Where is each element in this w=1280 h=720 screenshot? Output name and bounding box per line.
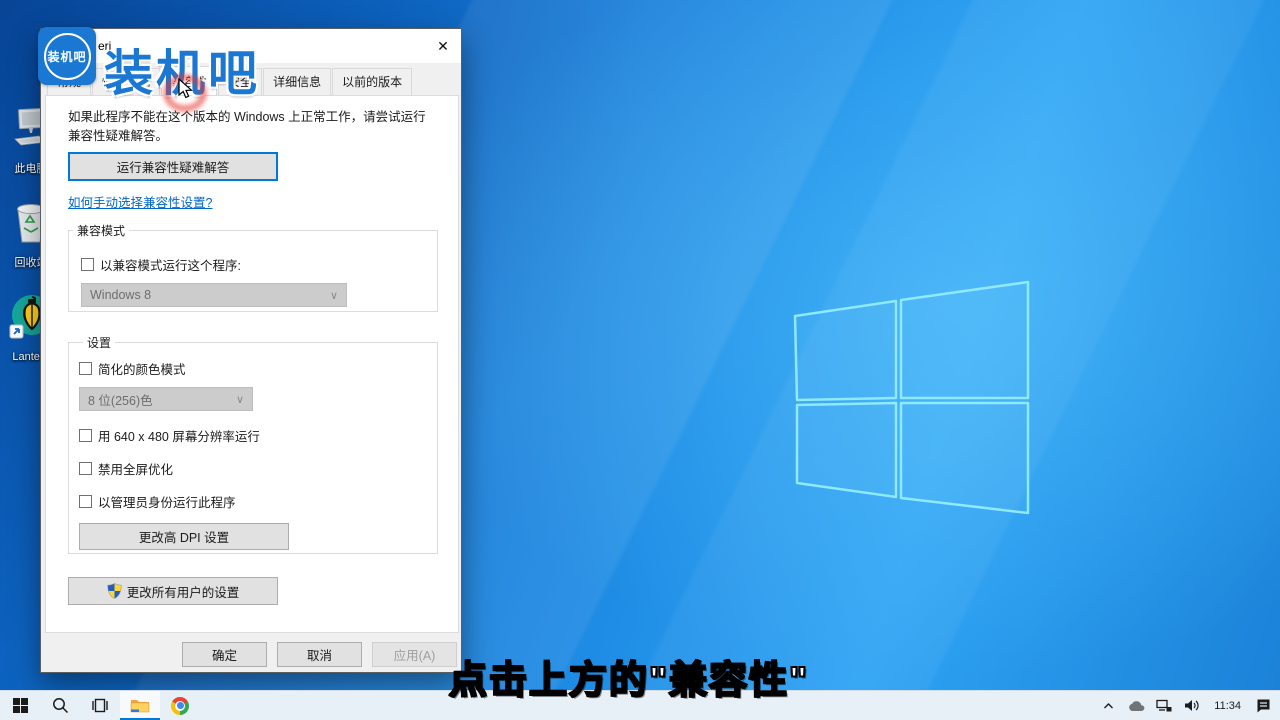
action-center-icon xyxy=(1256,698,1271,713)
close-icon[interactable]: ✕ xyxy=(431,36,455,56)
run-compat-mode-row: 以兼容模式运行这个程序: xyxy=(81,255,241,274)
disable-fullscreen-row: 禁用全屏优化 xyxy=(79,459,427,478)
speaker-icon xyxy=(1184,699,1200,712)
run-as-admin-row: 以管理员身份运行此程序 xyxy=(79,492,427,511)
settings-group: 设置 简化的颜色模式 8 位(256)色 ∨ 用 640 x 480 屏幕分辨率… xyxy=(68,334,438,554)
disable-fullscreen-label: 禁用全屏优化 xyxy=(98,459,173,478)
run-as-admin-checkbox[interactable] xyxy=(79,495,92,508)
os-version-dropdown: Windows 8 ∨ xyxy=(81,283,347,307)
reduced-color-checkbox[interactable] xyxy=(79,362,92,375)
task-view-button[interactable] xyxy=(80,691,120,720)
run-as-admin-label: 以管理员身份运行此程序 xyxy=(98,492,236,511)
video-subtitle-caption: 点击上方的"兼容性" xyxy=(449,649,809,704)
compat-mode-checkbox-label: 以兼容模式运行这个程序: xyxy=(100,255,241,274)
taskbar-chrome[interactable] xyxy=(160,691,200,720)
change-all-users-label: 更改所有用户的设置 xyxy=(127,582,240,601)
onedrive-cloud-icon xyxy=(1128,700,1145,712)
network-icon xyxy=(1156,699,1172,713)
change-dpi-button[interactable]: 更改高 DPI 设置 xyxy=(79,523,289,550)
desktop: 此电脑 回收站 Lantern eri ✕ 常规 快捷方式 xyxy=(0,0,1280,720)
tray-show-hidden-icons[interactable] xyxy=(1095,702,1121,710)
mouse-cursor-icon xyxy=(176,78,196,100)
compat-mode-checkbox[interactable] xyxy=(81,258,94,271)
group-title: 设置 xyxy=(83,334,115,351)
action-center-button[interactable] xyxy=(1250,698,1276,713)
chrome-icon xyxy=(171,697,189,715)
badge-text: 装机吧 xyxy=(47,48,86,65)
change-all-users-button[interactable]: 更改所有用户的设置 xyxy=(68,577,278,605)
search-icon xyxy=(52,697,69,714)
low-resolution-row: 用 640 x 480 屏幕分辨率运行 xyxy=(79,426,427,445)
compatibility-intro-text: 如果此程序不能在这个版本的 Windows 上正常工作，请尝试运行兼容性疑难解答… xyxy=(68,108,438,147)
taskbar-clock[interactable]: 11:34 xyxy=(1207,700,1248,712)
properties-dialog: eri ✕ 常规 快捷方式 兼容性 安全 详细信息 以前的版本 如果此程序不能在… xyxy=(40,28,462,673)
tab-details[interactable]: 详细信息 xyxy=(263,68,331,95)
uac-shield-icon xyxy=(107,583,122,599)
badge-ring: 装机吧 xyxy=(44,33,91,80)
disable-fullscreen-checkbox[interactable] xyxy=(79,462,92,475)
manual-compat-settings-link[interactable]: 如何手动选择兼容性设置? xyxy=(68,192,212,211)
tray-volume[interactable] xyxy=(1179,699,1205,712)
apply-button: 应用(A) xyxy=(372,642,457,667)
low-resolution-label: 用 640 x 480 屏幕分辨率运行 xyxy=(98,426,260,445)
system-tray: 11:34 xyxy=(1095,691,1280,720)
group-title: 兼容模式 xyxy=(73,222,129,239)
compatibility-tab-page: 如果此程序不能在这个版本的 Windows 上正常工作，请尝试运行兼容性疑难解答… xyxy=(45,95,459,633)
search-button[interactable] xyxy=(40,691,80,720)
windows-logo-wallpaper xyxy=(785,275,1035,520)
ok-button[interactable]: 确定 xyxy=(182,642,267,667)
start-windows-icon xyxy=(13,698,28,713)
tab-previous-versions[interactable]: 以前的版本 xyxy=(332,68,412,95)
chevron-down-icon: ∨ xyxy=(330,289,338,302)
run-troubleshooter-button[interactable]: 运行兼容性疑难解答 xyxy=(68,152,278,181)
start-button[interactable] xyxy=(0,691,40,720)
os-version-value: Windows 8 xyxy=(90,288,151,302)
tray-onedrive[interactable] xyxy=(1123,700,1149,712)
cancel-button[interactable]: 取消 xyxy=(277,642,362,667)
low-resolution-checkbox[interactable] xyxy=(79,429,92,442)
compatibility-mode-group: 兼容模式 以兼容模式运行这个程序: Windows 8 ∨ xyxy=(68,222,438,312)
color-depth-dropdown: 8 位(256)色 ∨ xyxy=(79,387,253,411)
reduced-color-row: 简化的颜色模式 xyxy=(79,359,427,378)
chevron-up-icon xyxy=(1103,702,1114,710)
zhuangjiba-badge-logo: 装机吧 xyxy=(38,27,96,85)
tray-network[interactable] xyxy=(1151,699,1177,713)
reduced-color-label: 简化的颜色模式 xyxy=(98,359,186,378)
chevron-down-icon: ∨ xyxy=(236,393,244,406)
taskbar-file-explorer[interactable] xyxy=(120,691,160,720)
color-depth-value: 8 位(256)色 xyxy=(88,390,153,409)
task-view-icon xyxy=(91,698,109,713)
file-explorer-icon xyxy=(130,697,150,713)
